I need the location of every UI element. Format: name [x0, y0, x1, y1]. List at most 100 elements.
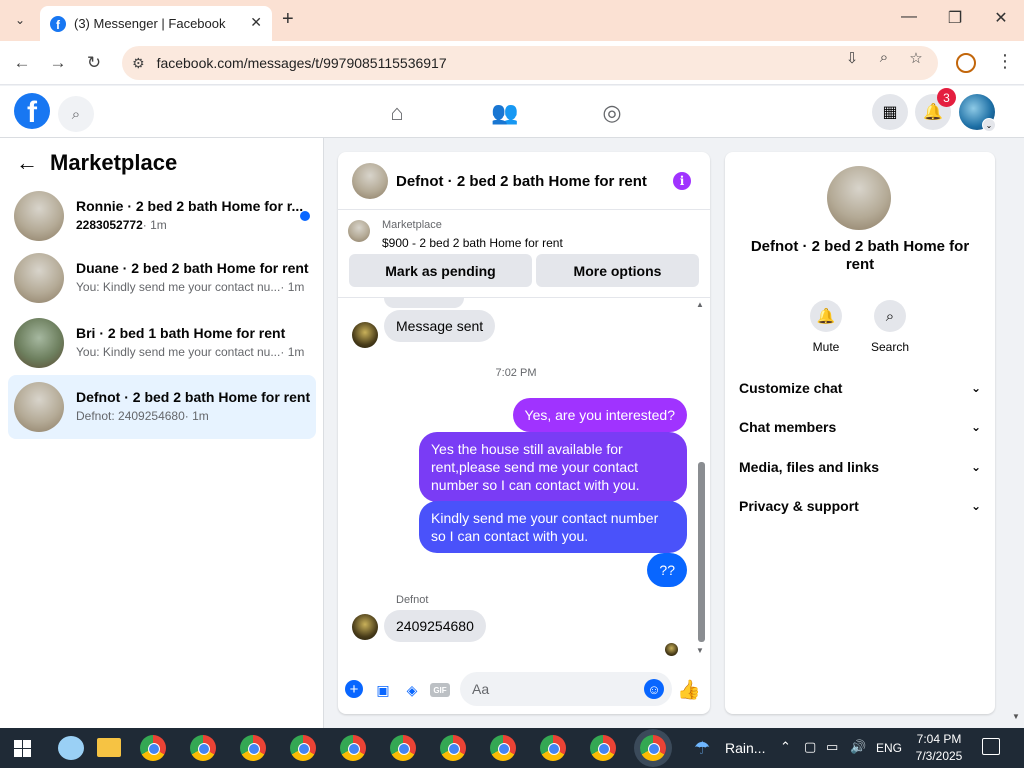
emoji-icon[interactable]: ☺: [644, 679, 664, 699]
search-action[interactable]: ⌕ Search: [860, 300, 920, 354]
restore-icon[interactable]: ❐: [940, 8, 970, 28]
scroll-up-arrow-icon[interactable]: ▲: [696, 300, 704, 309]
listing-price-title[interactable]: $900 - 2 bed 2 bath Home for rent: [382, 236, 563, 250]
back-arrow-icon[interactable]: ←: [10, 53, 34, 73]
browser-menu-icon[interactable]: ⋮: [996, 51, 1014, 72]
info-icon[interactable]: i: [673, 172, 691, 190]
friends-icon[interactable]: 👥: [490, 100, 520, 126]
conversation-title: Duane · 2 bed 2 bath Home for rent: [76, 260, 309, 276]
volume-icon[interactable]: 🔊: [850, 739, 866, 755]
forward-arrow-icon[interactable]: →: [46, 53, 70, 73]
new-tab-plus-icon[interactable]: +: [282, 8, 294, 31]
preview-time: · 1m: [280, 280, 305, 294]
chevron-down-icon: ⌄: [970, 499, 981, 513]
search-icon[interactable]: ⌕: [874, 300, 906, 332]
minimize-icon[interactable]: —: [894, 8, 924, 26]
windows-start-icon[interactable]: [14, 740, 31, 757]
section-media-files-links[interactable]: Media, files and links ⌄: [739, 455, 981, 479]
chrome-app-icon[interactable]: [190, 735, 216, 761]
outgoing-message[interactable]: ??: [647, 553, 687, 587]
notification-center-icon[interactable]: [982, 738, 1000, 755]
facebook-logo-icon[interactable]: f: [14, 93, 50, 129]
conversation-item-ronnie[interactable]: Ronnie · 2 bed 2 bath Home for r... 2283…: [8, 184, 316, 248]
chrome-app-icon[interactable]: [390, 735, 416, 761]
search-icon[interactable]: ⌕: [58, 96, 94, 132]
chrome-app-icon[interactable]: [290, 735, 316, 761]
thumbs-up-icon[interactable]: 👍: [677, 680, 701, 701]
back-arrow-icon[interactable]: ←: [16, 150, 38, 176]
mark-as-pending-button[interactable]: Mark as pending: [349, 254, 532, 287]
weather-umbrella-icon[interactable]: ☂: [694, 738, 710, 759]
browser-toolbar: ← → ↻ ⚙ facebook.com/messages/t/99790851…: [0, 41, 1024, 85]
bookmark-star-icon[interactable]: ☆: [906, 49, 926, 67]
close-window-icon[interactable]: ✕: [986, 8, 1016, 28]
page-scroll-down-arrow-icon[interactable]: ▼: [1012, 712, 1020, 721]
site-info-icon[interactable]: ⚙: [132, 55, 145, 72]
network-icon[interactable]: ▭: [826, 739, 838, 755]
message-input[interactable]: Aa: [460, 672, 672, 706]
chevron-up-icon[interactable]: ⌃: [780, 739, 791, 755]
listing-thumbnail: [14, 191, 64, 241]
conversation-preview: Defnot: 2409254680· 1m: [76, 409, 209, 423]
section-customize-chat[interactable]: Customize chat ⌄: [739, 376, 981, 400]
preview-time: · 1m: [142, 218, 167, 232]
chrome-app-icon-active[interactable]: [640, 735, 666, 761]
message-scrollbar[interactable]: [698, 462, 705, 642]
system-clock[interactable]: 7:04 PM 7/3/2025: [904, 731, 974, 765]
section-privacy-support[interactable]: Privacy & support ⌄: [739, 494, 981, 518]
weather-text[interactable]: Rain...: [725, 740, 765, 756]
groups-icon[interactable]: ◎: [597, 100, 627, 126]
chat-title[interactable]: Defnot · 2 bed 2 bath Home for rent: [396, 173, 647, 190]
gif-icon[interactable]: GIF: [430, 683, 450, 697]
menu-grid-icon[interactable]: ▦: [872, 94, 908, 130]
sticker-icon[interactable]: ◈: [402, 680, 422, 700]
chat-avatar[interactable]: [352, 163, 388, 199]
outgoing-message[interactable]: Yes the house still available for rent,p…: [419, 432, 687, 502]
language-indicator[interactable]: ENG: [876, 741, 902, 755]
conversation-item-defnot[interactable]: Defnot · 2 bed 2 bath Home for rent Defn…: [8, 375, 316, 439]
chrome-app-icon[interactable]: [590, 735, 616, 761]
windows-taskbar: ☂ Rain... ⌃ ▢ ▭ 🔊 ENG 7:04 PM 7/3/2025: [0, 728, 1024, 768]
chrome-app-icon[interactable]: [340, 735, 366, 761]
scroll-down-arrow-icon[interactable]: ▼: [696, 646, 704, 655]
chrome-app-icon[interactable]: [490, 735, 516, 761]
chat-header: Defnot · 2 bed 2 bath Home for rent i: [338, 152, 710, 210]
browser-tab-messenger[interactable]: f (3) Messenger | Facebook ✕: [40, 6, 272, 41]
outgoing-message[interactable]: Yes, are you interested?: [512, 398, 687, 432]
conversation-avatar[interactable]: [827, 166, 891, 230]
zoom-icon[interactable]: ⌕: [874, 49, 894, 66]
account-chevron-down-icon[interactable]: ⌄: [982, 118, 996, 132]
incoming-message[interactable]: 2409254680: [384, 610, 486, 642]
more-options-button[interactable]: More options: [536, 254, 699, 287]
search-label: Search: [870, 340, 910, 354]
conversation-preview: You: Kindly send me your contact nu...· …: [76, 280, 304, 294]
tab-search-chevron-icon[interactable]: ⌄: [8, 9, 32, 31]
chrome-app-icon[interactable]: [440, 735, 466, 761]
reload-icon[interactable]: ↻: [82, 53, 106, 73]
mute-label: Mute: [812, 340, 840, 354]
home-icon[interactable]: ⌂: [382, 100, 412, 126]
conversation-title: Defnot · 2 bed 2 bath Home for rent: [76, 389, 311, 405]
paint-app-icon[interactable]: [58, 736, 84, 760]
section-chat-members[interactable]: Chat members ⌄: [739, 415, 981, 439]
address-bar[interactable]: ⚙ facebook.com/messages/t/99790851155369…: [122, 46, 938, 80]
listing-thumbnail[interactable]: [348, 220, 370, 242]
mute-action[interactable]: 🔔 Mute: [796, 300, 856, 354]
conversation-item-bri[interactable]: Bri · 2 bed 1 bath Home for rent You: Ki…: [8, 311, 316, 375]
chrome-app-icon[interactable]: [240, 735, 266, 761]
chrome-app-icon[interactable]: [140, 735, 166, 761]
tab-close-icon[interactable]: ✕: [250, 14, 262, 31]
chat-details-panel: Defnot · 2 bed 2 bath Home for rent 🔔 Mu…: [725, 152, 995, 714]
browser-profile-icon[interactable]: [956, 53, 976, 73]
plus-icon[interactable]: +: [345, 680, 363, 698]
camera-icon[interactable]: ▢: [804, 739, 816, 755]
install-app-icon[interactable]: ⇩: [842, 49, 862, 67]
photo-icon[interactable]: ▣: [373, 680, 393, 700]
file-explorer-icon[interactable]: [97, 738, 121, 757]
outgoing-message[interactable]: Kindly send me your contact number so I …: [419, 501, 687, 553]
bell-icon[interactable]: 🔔: [810, 300, 842, 332]
conversation-item-duane[interactable]: Duane · 2 bed 2 bath Home for rent You: …: [8, 246, 316, 310]
chrome-app-icon[interactable]: [540, 735, 566, 761]
marketplace-label: Marketplace: [382, 219, 442, 231]
message-list: Message sent 7:02 PM Yes, are you intere…: [338, 298, 710, 658]
